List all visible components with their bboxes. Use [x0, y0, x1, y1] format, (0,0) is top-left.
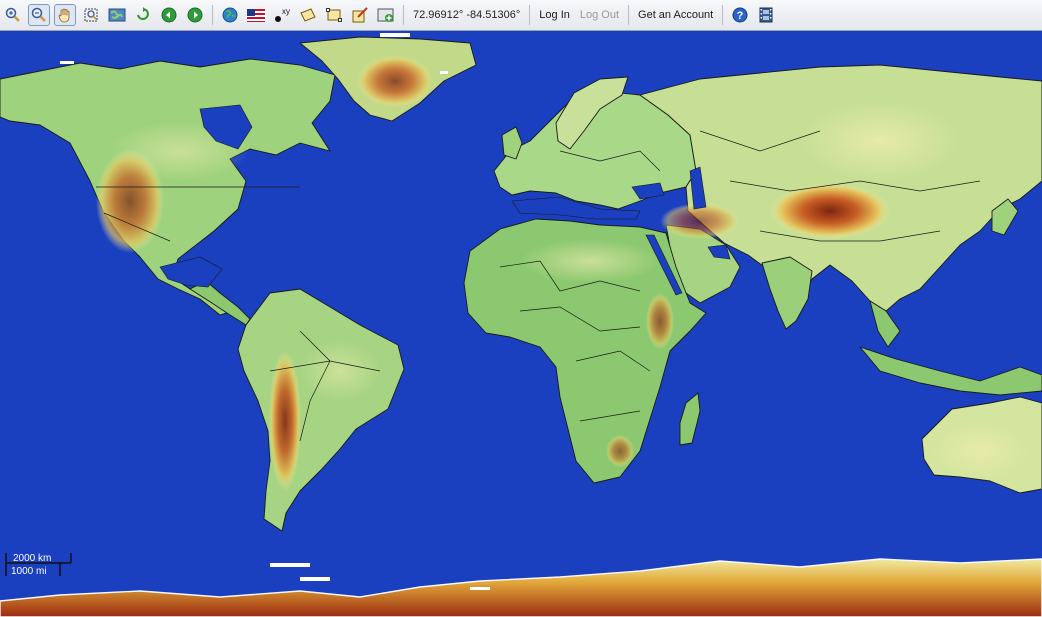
back-button[interactable] — [158, 4, 180, 26]
us-flag-button[interactable] — [245, 4, 267, 26]
coordinate-readout: 72.96912° -84.51306° — [413, 9, 521, 21]
toolbar-separator — [529, 5, 531, 25]
pan-button[interactable] — [54, 4, 76, 26]
toolbar-separator — [212, 5, 213, 25]
zoom-out-icon — [31, 7, 46, 22]
toolbar-separator — [722, 5, 724, 25]
get-account-link[interactable]: Get an Account — [638, 9, 713, 21]
us-flag-icon — [247, 8, 265, 22]
scale-imperial-label: 1000 mi — [11, 566, 47, 577]
animation-button[interactable] — [755, 4, 777, 26]
world-terrain-map[interactable] — [0, 31, 1042, 617]
draw-rectangle-button[interactable] — [323, 4, 345, 26]
zoom-out-button[interactable] — [28, 4, 50, 26]
draw-polygon-button[interactable] — [297, 4, 319, 26]
zoom-in-button[interactable] — [2, 4, 24, 26]
help-icon: ? — [732, 7, 748, 23]
zoom-in-icon — [5, 7, 20, 22]
forward-button[interactable] — [184, 4, 206, 26]
refresh-icon — [137, 7, 149, 20]
back-arrow-icon — [161, 7, 177, 23]
toolbar-separator — [403, 5, 404, 25]
globe-icon — [222, 7, 238, 23]
zoom-box-icon — [84, 8, 98, 22]
zoom-box-button[interactable] — [80, 4, 102, 26]
pan-hand-icon — [58, 8, 70, 23]
draw-polygon-icon — [300, 8, 316, 22]
login-link[interactable]: Log In — [539, 9, 570, 21]
map-toolbar: xy 72.96912° -84.51306° Log In Log Out G… — [0, 0, 1042, 31]
svg-text:?: ? — [737, 10, 744, 22]
draw-rectangle-icon — [326, 8, 342, 22]
globe-button[interactable] — [219, 4, 241, 26]
scale-bar: 2000 km 1000 mi — [5, 553, 72, 577]
refresh-button[interactable] — [132, 4, 154, 26]
xy-point-icon: xy — [275, 7, 290, 22]
film-strip-icon — [759, 7, 773, 23]
forward-arrow-icon — [187, 7, 203, 23]
logout-link: Log Out — [579, 9, 620, 21]
xy-point-button[interactable]: xy — [271, 4, 293, 26]
add-layer-button[interactable] — [375, 4, 397, 26]
scale-metric-label: 2000 km — [13, 553, 51, 564]
edit-shape-button[interactable] — [349, 4, 371, 26]
svg-text:xy: xy — [282, 7, 290, 16]
add-layer-icon — [377, 8, 394, 22]
edit-shape-icon — [352, 7, 368, 23]
full-extent-icon — [108, 8, 126, 22]
help-button[interactable]: ? — [729, 4, 751, 26]
toolbar-separator — [628, 5, 630, 25]
full-extent-button[interactable] — [106, 4, 128, 26]
